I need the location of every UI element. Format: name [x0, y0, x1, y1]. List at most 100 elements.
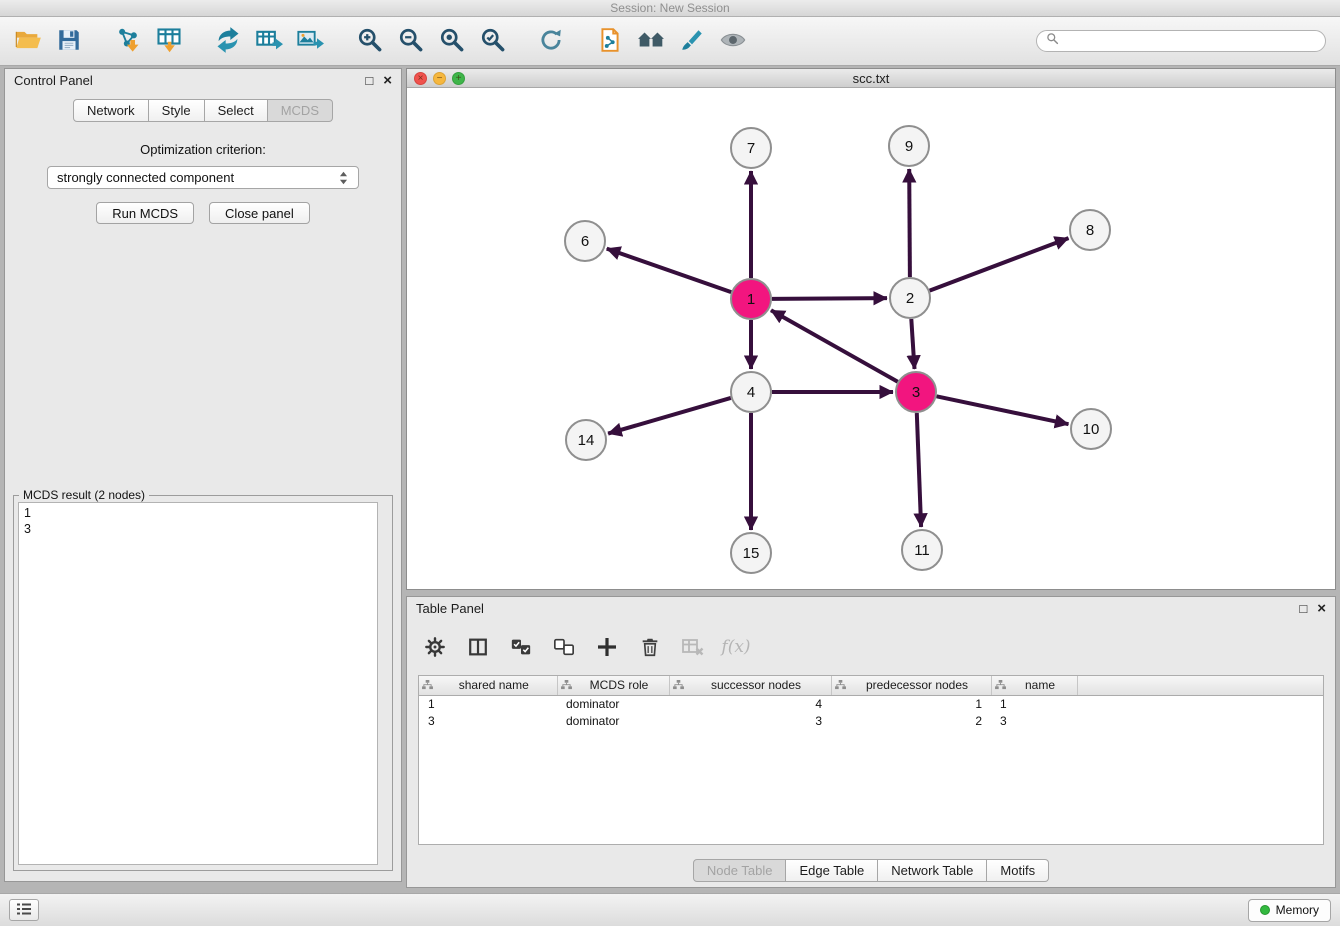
- refresh-button[interactable]: [533, 22, 569, 60]
- edge-2-3[interactable]: [911, 319, 914, 369]
- memory-button[interactable]: Memory: [1248, 899, 1331, 922]
- close-panel-button[interactable]: Close panel: [209, 202, 310, 224]
- window-minimize-button[interactable]: −: [433, 72, 446, 85]
- show-hide-panels-button[interactable]: [715, 22, 751, 60]
- edge-2-8[interactable]: [930, 238, 1069, 291]
- zoom-out-button[interactable]: [392, 22, 428, 60]
- node-label-7: 7: [747, 140, 755, 157]
- function-builder-button: f(x): [722, 633, 750, 661]
- search-input[interactable]: [1064, 34, 1316, 48]
- table-cell[interactable]: 3: [991, 712, 1077, 729]
- table-tab-network-table[interactable]: Network Table: [878, 859, 987, 882]
- save-session-button[interactable]: [51, 22, 87, 60]
- result-group-label: MCDS result (2 nodes): [19, 488, 149, 502]
- zoom-in-button[interactable]: [351, 22, 387, 60]
- criterion-dropdown[interactable]: strongly connected component: [47, 166, 359, 189]
- edge-2-9[interactable]: [909, 169, 910, 277]
- zoom-selected-button[interactable]: [474, 22, 510, 60]
- table-cell[interactable]: 3: [419, 712, 557, 729]
- table-tab-node-table[interactable]: Node Table: [693, 859, 787, 882]
- toolbar-separator: [333, 26, 346, 56]
- edge-3-10[interactable]: [937, 396, 1069, 424]
- add-entry-button[interactable]: [593, 633, 621, 661]
- table-panel-title: Table Panel: [416, 601, 484, 616]
- table-cell[interactable]: 1: [991, 695, 1077, 712]
- column-header-successor-nodes[interactable]: successor nodes: [669, 676, 831, 695]
- search-box[interactable]: [1036, 30, 1326, 52]
- control-panel-body: Optimization criterion: strongly connect…: [5, 142, 401, 224]
- edge-4-14[interactable]: [608, 398, 731, 434]
- export-image-button[interactable]: [292, 22, 328, 60]
- open-network-document-button[interactable]: [592, 22, 628, 60]
- show-columns-button[interactable]: [464, 633, 492, 661]
- export-table-button[interactable]: [251, 22, 287, 60]
- unselect-all-button[interactable]: [550, 633, 578, 661]
- ndex-home-button[interactable]: [633, 22, 669, 60]
- table-cell-filler: [1077, 695, 1323, 712]
- network-canvas[interactable]: 7968124314101511: [407, 88, 1335, 589]
- table-row[interactable]: 3dominator323: [419, 712, 1323, 729]
- table-cell[interactable]: 4: [669, 695, 831, 712]
- memory-label: Memory: [1276, 903, 1319, 917]
- table-panel-header[interactable]: Table Panel □ ×: [407, 597, 1335, 619]
- table-cell[interactable]: dominator: [557, 695, 669, 712]
- network-window-titlebar[interactable]: scc.txt × − +: [407, 69, 1335, 88]
- edge-3-1[interactable]: [771, 310, 898, 381]
- main-toolbar: [0, 17, 1340, 66]
- column-header-mcds-role[interactable]: MCDS role: [557, 676, 669, 695]
- status-bar: Memory: [0, 893, 1340, 926]
- table-cell[interactable]: 2: [831, 712, 991, 729]
- column-label: successor nodes: [711, 678, 801, 692]
- memory-status-icon: [1260, 905, 1270, 915]
- column-header-name[interactable]: name: [991, 676, 1077, 695]
- close-panel-icon[interactable]: ×: [383, 74, 392, 87]
- edge-3-11[interactable]: [917, 413, 921, 527]
- tab-mcds[interactable]: MCDS: [268, 99, 333, 122]
- control-panel-header[interactable]: Control Panel □ ×: [5, 69, 401, 91]
- window-close-button[interactable]: ×: [414, 72, 427, 85]
- import-table-button[interactable]: [151, 22, 187, 60]
- table-cell[interactable]: 1: [831, 695, 991, 712]
- table-cell[interactable]: 1: [419, 695, 557, 712]
- result-line: 3: [24, 521, 372, 537]
- node-label-9: 9: [905, 138, 913, 155]
- export-network-button[interactable]: [210, 22, 246, 60]
- zoom-out-icon: [397, 26, 424, 56]
- style-paint-button[interactable]: [674, 22, 710, 60]
- table-row[interactable]: 1dominator411: [419, 695, 1323, 712]
- tab-network[interactable]: Network: [73, 99, 149, 122]
- import-network-button[interactable]: [110, 22, 146, 60]
- window-zoom-button[interactable]: +: [452, 72, 465, 85]
- node-table: shared nameMCDS role successor nodes prede…: [418, 675, 1324, 845]
- table-tab-edge-table[interactable]: Edge Table: [786, 859, 878, 882]
- edge-1-6[interactable]: [607, 249, 732, 293]
- network-window: scc.txt × − + 7968124314101511: [406, 68, 1336, 590]
- float-table-panel-icon[interactable]: □: [1299, 602, 1307, 615]
- app-titlebar[interactable]: Session: New Session: [0, 0, 1340, 17]
- control-panel: Control Panel □ × NetworkStyleSelectMCDS…: [4, 68, 402, 882]
- network-graph[interactable]: 7968124314101511: [407, 88, 1335, 589]
- settings-gear-button[interactable]: [421, 633, 449, 661]
- mcds-result-list[interactable]: 13: [18, 502, 378, 865]
- zoom-fit-button[interactable]: [433, 22, 469, 60]
- close-table-panel-icon[interactable]: ×: [1317, 602, 1326, 615]
- list-icon: [16, 902, 32, 919]
- task-history-button[interactable]: [9, 899, 39, 921]
- open-session-button[interactable]: [10, 22, 46, 60]
- edge-1-2[interactable]: [772, 298, 887, 299]
- table-cell[interactable]: dominator: [557, 712, 669, 729]
- table-cell[interactable]: 3: [669, 712, 831, 729]
- tab-style[interactable]: Style: [149, 99, 205, 122]
- criterion-value: strongly connected component: [57, 170, 234, 185]
- table-cell-filler: [1077, 712, 1323, 729]
- column-label: name: [1025, 678, 1055, 692]
- float-panel-icon[interactable]: □: [365, 74, 373, 87]
- tab-select[interactable]: Select: [205, 99, 268, 122]
- table-tab-motifs[interactable]: Motifs: [987, 859, 1049, 882]
- node-label-3: 3: [912, 384, 920, 401]
- run-mcds-button[interactable]: Run MCDS: [96, 202, 194, 224]
- column-header-shared-name[interactable]: shared name: [419, 676, 557, 695]
- delete-entry-button[interactable]: [636, 633, 664, 661]
- column-header-predecessor-nodes[interactable]: predecessor nodes: [831, 676, 991, 695]
- select-all-button[interactable]: [507, 633, 535, 661]
